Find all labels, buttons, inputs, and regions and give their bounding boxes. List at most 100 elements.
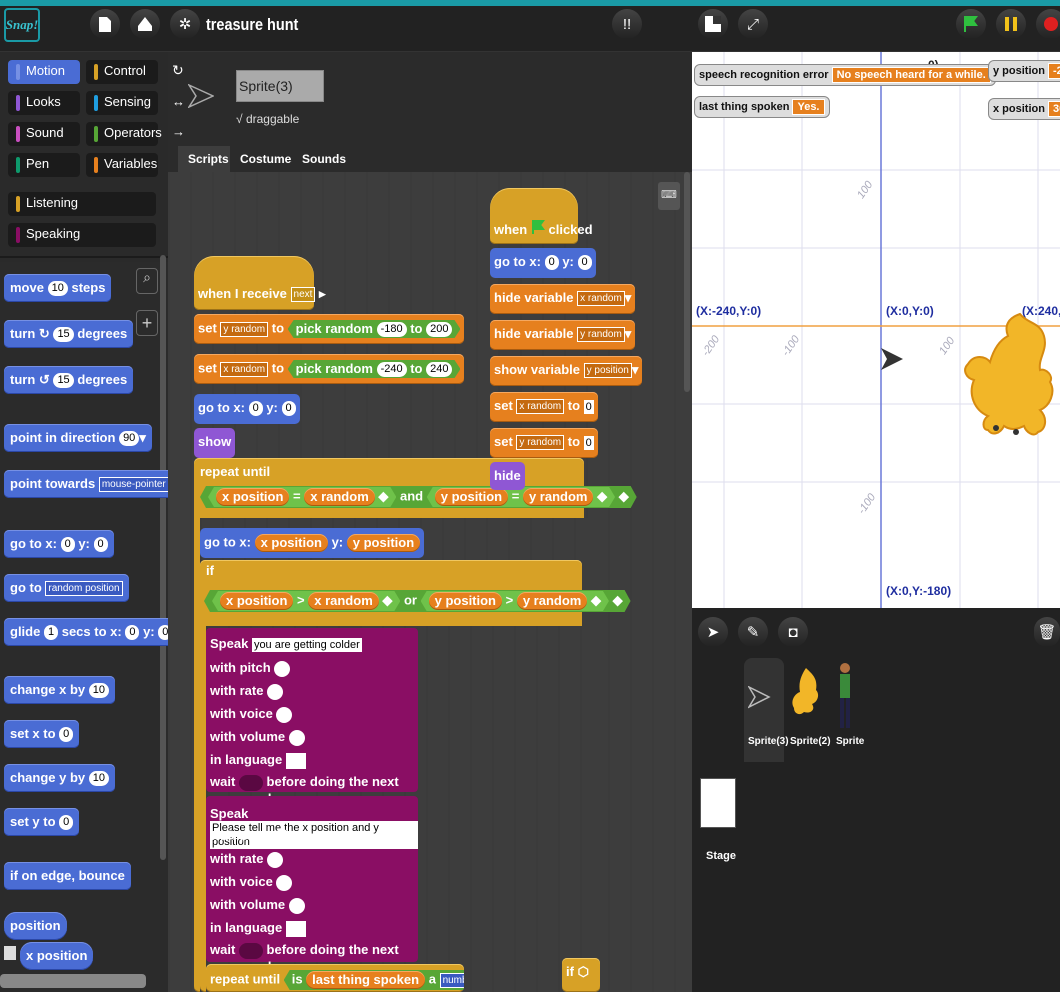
point-towards-block[interactable]: point towards mouse-pointer <box>4 470 175 498</box>
watcher-y-position[interactable]: y position-20 <box>988 60 1060 82</box>
message-dropdown[interactable]: next <box>290 287 316 303</box>
category-listening[interactable]: Listening <box>8 192 156 216</box>
volume-input[interactable] <box>288 729 305 746</box>
green-flag-icon[interactable] <box>956 9 986 39</box>
palette-scrollbar[interactable] <box>160 255 166 860</box>
stage[interactable]: 100 -100 -200 -100 100 (X:-240,Y:0) (X:0… <box>692 52 1060 608</box>
y-input[interactable]: 0 <box>281 401 296 417</box>
category-looks[interactable]: Looks <box>8 91 80 115</box>
direction-input[interactable]: 90 <box>119 431 140 447</box>
variable-dropdown[interactable]: x random <box>577 291 625 307</box>
variable-dropdown[interactable]: y random <box>577 327 625 343</box>
speak-block[interactable]: Speak you are getting colder with pitch … <box>206 628 418 806</box>
x-position-reporter[interactable]: x position <box>220 592 293 610</box>
value-input[interactable]: 0 <box>583 435 594 450</box>
fullscreen-icon[interactable]: ⤢ <box>738 9 768 39</box>
x-random-reporter[interactable]: x random <box>304 488 375 506</box>
x-input[interactable]: 0 <box>248 401 263 417</box>
x-position-reporter[interactable]: x position <box>20 942 94 970</box>
repeat-until-block[interactable]: repeat until is last thing spoken a numb… <box>206 964 464 992</box>
x-position-reporter[interactable]: x position <box>216 488 289 506</box>
watcher-speech-recognition-error[interactable]: speech recognition error No speech heard … <box>694 64 996 86</box>
value-input[interactable]: 0 <box>583 399 594 414</box>
set-y-random-block[interactable]: set y random to pick random -180 to 200 <box>194 314 465 344</box>
voice-input[interactable] <box>276 874 293 891</box>
pick-random-reporter[interactable]: pick random -180 to 200 <box>288 320 461 338</box>
type-dropdown[interactable]: number <box>440 973 464 988</box>
y-random-reporter[interactable]: y random <box>517 592 588 610</box>
pause-icon[interactable] <box>996 9 1026 39</box>
horizontal-scrollbar[interactable] <box>0 974 146 988</box>
value-input[interactable]: 10 <box>88 771 110 787</box>
rate-input[interactable] <box>267 683 284 700</box>
category-sensing[interactable]: Sensing <box>86 91 158 115</box>
paint-brush-icon[interactable]: ✎ <box>738 617 768 647</box>
or-condition[interactable]: x position > x random ◆ or y position > … <box>204 590 631 612</box>
x-position-reporter[interactable]: x position <box>254 534 328 552</box>
category-variables[interactable]: Variables <box>86 153 158 177</box>
keyboard-icon[interactable]: ⌨ <box>658 182 680 210</box>
go-to-xy-block[interactable]: go to x: 0 y: 0 <box>490 248 596 278</box>
stage-thumbnail[interactable] <box>700 778 736 828</box>
when-i-receive-block[interactable]: when I receive next ▸ <box>194 256 326 310</box>
voice-input[interactable] <box>276 706 293 723</box>
go-to-xy-block[interactable]: go to x: x position y: y position <box>200 528 425 558</box>
volume-input[interactable] <box>288 897 305 914</box>
move-block[interactable]: move 10 steps <box>4 274 112 302</box>
variable-dropdown[interactable]: x random <box>220 361 269 377</box>
pick-random-reporter[interactable]: pick random -240 to 240 <box>288 360 461 378</box>
glide-block[interactable]: glide 1 secs to x: 0 y: 0 <box>4 618 179 646</box>
and-condition[interactable]: x position = x random ◆ and y position =… <box>200 486 637 508</box>
point-in-direction-block[interactable]: point in direction 90 ▾ <box>4 424 152 452</box>
set-x-block[interactable]: set x to 0 <box>4 720 80 748</box>
min-input[interactable]: -240 <box>377 362 407 377</box>
hide-variable-block[interactable]: hide variable y random ▾ <box>490 320 636 350</box>
max-input[interactable]: 200 <box>426 322 452 337</box>
hide-variable-block[interactable]: hide variable x random ▾ <box>490 284 636 314</box>
go-to-xy-block[interactable]: go to x: 0 y: 0 <box>194 394 300 424</box>
variable-dropdown[interactable]: y position <box>583 363 632 379</box>
turn-ccw-block[interactable]: turn ↺ 15 degrees <box>4 366 134 394</box>
turn-cw-block[interactable]: turn ↻ 15 degrees <box>4 320 134 348</box>
hide-block[interactable]: hide <box>490 462 525 490</box>
value-input[interactable]: 0 <box>59 815 74 831</box>
watcher-last-thing-spoken[interactable]: last thing spoken Yes. <box>694 96 830 118</box>
watcher-x-position[interactable]: x position30 <box>988 98 1060 120</box>
tab-scripts[interactable]: Scripts <box>178 146 236 172</box>
set-variable-block[interactable]: set y random to 0 <box>490 428 598 458</box>
scripts-scrollbar[interactable] <box>684 172 690 392</box>
x-random-reporter[interactable]: x random <box>308 592 379 610</box>
x-input[interactable]: 0 <box>60 537 75 553</box>
category-pen[interactable]: Pen <box>8 153 80 177</box>
go-to-xy-block[interactable]: go to x: 0 y: 0 <box>4 530 114 558</box>
search-icon[interactable]: ⌕ <box>136 268 158 294</box>
speak-text-input[interactable]: you are getting colder <box>251 637 362 652</box>
sprite-name-field[interactable]: Sprite(3) <box>236 70 324 102</box>
tab-costumes[interactable]: Costumes <box>230 146 298 172</box>
y-position-reporter[interactable]: y position <box>435 488 508 506</box>
x-input[interactable]: 0 <box>125 625 140 641</box>
y-position-reporter[interactable]: y position <box>346 534 421 552</box>
y-input[interactable]: 0 <box>577 255 592 271</box>
y-input[interactable]: 0 <box>93 537 108 553</box>
show-block[interactable]: show <box>194 428 236 458</box>
degrees-input[interactable]: 15 <box>53 373 74 389</box>
last-thing-spoken-reporter[interactable]: last thing spoken <box>306 971 425 989</box>
x-input[interactable]: 0 <box>544 255 559 271</box>
steps-input[interactable]: 10 <box>47 281 68 297</box>
degrees-input[interactable]: 15 <box>53 327 74 343</box>
turbo-icon[interactable]: !! <box>612 9 642 39</box>
gobo-thumbnail-icon[interactable] <box>792 666 822 730</box>
watcher-checkbox[interactable] <box>4 946 16 960</box>
speak-block[interactable]: Speak Please tell me the x position and … <box>206 796 418 974</box>
rate-input[interactable] <box>267 851 284 868</box>
snap-logo[interactable]: Snap! <box>4 8 40 42</box>
make-block-icon[interactable]: + <box>136 310 158 336</box>
stop-icon[interactable] <box>1036 9 1060 39</box>
set-variable-block[interactable]: set x random to 0 <box>490 392 598 422</box>
category-sound[interactable]: Sound <box>8 122 80 146</box>
show-variable-block[interactable]: show variable y position ▾ <box>490 356 643 386</box>
cloud-icon[interactable] <box>130 9 160 39</box>
language-input[interactable] <box>285 920 306 937</box>
variable-dropdown[interactable]: y random <box>220 321 269 337</box>
